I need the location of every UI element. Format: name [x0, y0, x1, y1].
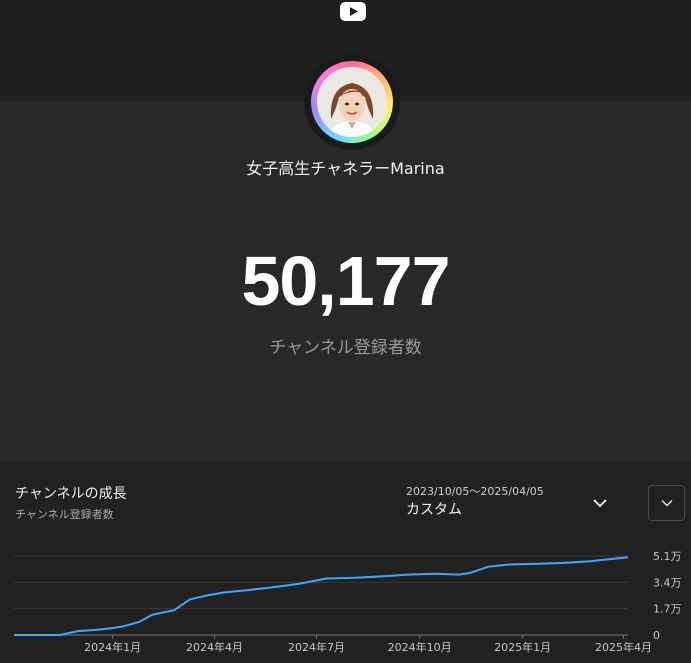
panel-subtitle: チャンネル登録者数: [15, 508, 114, 521]
x-tick-label: 2025年1月: [494, 640, 551, 654]
chevron-down-icon[interactable]: [590, 493, 610, 513]
youtube-play-icon[interactable]: [340, 2, 366, 21]
x-tick-label: 2025年4月: [595, 640, 652, 654]
avatar-ring: [311, 61, 393, 143]
panel-title: チャンネルの成長: [15, 486, 127, 502]
chevron-down-icon: [660, 499, 673, 507]
y-tick-label: 3.4万: [653, 576, 682, 589]
channel-avatar: [304, 54, 400, 150]
x-tick-label: 2024年10月: [388, 640, 452, 654]
date-range: 2023/10/05〜2025/04/05: [406, 485, 544, 498]
range-label[interactable]: カスタム: [406, 499, 462, 519]
subscriber-growth-line: [14, 556, 629, 636]
x-tick-label: 2024年4月: [186, 640, 243, 654]
growth-chart: 0 1.7万 3.4万 5.1万 2024年1月 2024年4月 2024年7月 2024年1…: [14, 550, 682, 654]
y-tick-label: 0: [653, 629, 660, 642]
y-tick-label: 5.1万: [653, 550, 682, 563]
x-tick-label: 2024年1月: [84, 640, 141, 654]
expand-button[interactable]: [648, 485, 685, 521]
x-tick-label: 2024年7月: [288, 640, 345, 654]
y-tick-label: 1.7万: [653, 603, 682, 616]
channel-growth-panel: チャンネルの成長 チャンネル登録者数 2023/10/05〜2025/04/05…: [0, 461, 691, 663]
subscriber-count-label: チャンネル登録者数: [269, 338, 422, 358]
subscriber-count: 50,177: [241, 242, 450, 320]
channel-name: 女子高生チャネラーMarina: [246, 159, 445, 178]
avatar-photo: [317, 67, 387, 137]
